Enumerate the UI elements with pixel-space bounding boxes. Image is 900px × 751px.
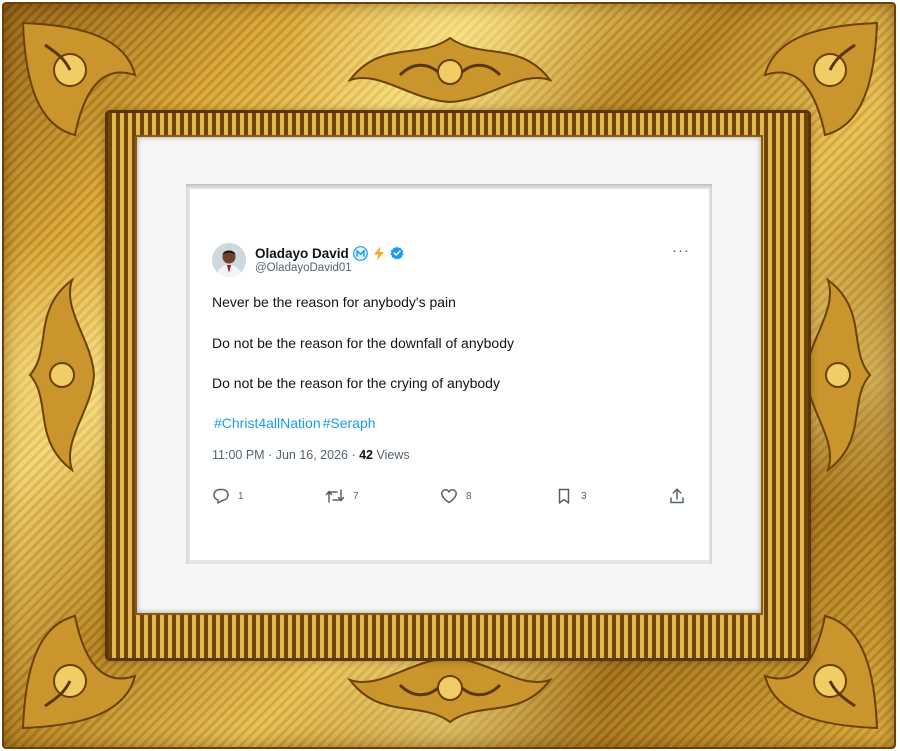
author-handle[interactable]: @OladayoDavid01 [255, 262, 352, 274]
share-button[interactable] [668, 487, 686, 505]
author-name-row: Oladayo David [255, 244, 404, 262]
bookmark-button[interactable]: 3 [555, 487, 587, 505]
frame-ornament-top-center [347, 36, 553, 104]
author-name[interactable]: Oladayo David [255, 246, 349, 261]
tweet-meta: 11:00 PM · Jun 16, 2026 · 42 Views [212, 448, 410, 462]
bookmark-count: 3 [581, 490, 587, 502]
hashtag-link[interactable]: #Seraph [323, 415, 376, 431]
bookmark-icon [555, 487, 573, 505]
tweet-text-line: Never be the reason for anybody's pain [212, 294, 456, 310]
frame-ornament-right-center [804, 277, 872, 473]
views-label: Views [376, 448, 410, 462]
tweet-date[interactable]: Jun 16, 2026 [276, 448, 348, 462]
tweet-text-line: Do not be the reason for the downfall of… [212, 335, 514, 351]
repost-count: 7 [353, 490, 359, 502]
reply-icon [212, 487, 230, 505]
hashtag-link[interactable]: #Christ4allNation [214, 415, 321, 431]
lightning-icon [372, 246, 386, 261]
hashtags: #Christ4allNation #Seraph [214, 415, 376, 431]
heart-icon [440, 487, 458, 505]
repost-icon [325, 487, 345, 505]
like-count: 8 [466, 490, 472, 502]
verified-badge-icon [390, 246, 404, 260]
tweet-text-line: Do not be the reason for the crying of a… [212, 375, 500, 391]
reply-count: 1 [238, 490, 244, 502]
share-icon [668, 487, 686, 505]
action-bar: 1 7 8 3 [190, 487, 709, 509]
frame-ornament-left-center [28, 277, 96, 473]
avatar[interactable] [212, 243, 246, 277]
repost-button[interactable]: 7 [325, 487, 359, 505]
tweet-time[interactable]: 11:00 PM [212, 448, 265, 462]
frame-ornament-bottom-center [347, 656, 553, 724]
more-options-button[interactable]: ··· [672, 242, 690, 259]
reply-button[interactable]: 1 [212, 487, 244, 505]
like-button[interactable]: 8 [440, 487, 472, 505]
views-count: 42 [359, 448, 373, 462]
tweet-card[interactable]: Oladayo David @OladayoDavid01 ··· Never … [190, 189, 709, 560]
m-circle-badge-icon [352, 245, 368, 261]
